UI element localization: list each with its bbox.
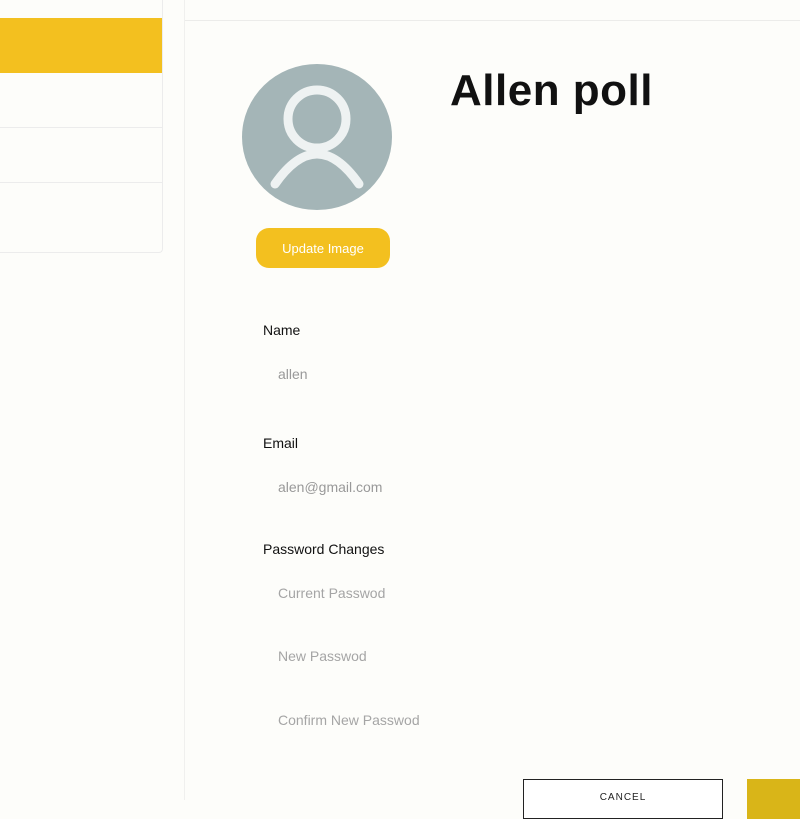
- password-changes-label: Password Changes: [263, 541, 385, 557]
- sidebar-item[interactable]: [0, 182, 162, 252]
- sidebar-item[interactable]: [0, 73, 162, 128]
- sidebar: [0, 0, 163, 253]
- update-image-button[interactable]: Update Image: [256, 228, 390, 268]
- new-password-field[interactable]: [268, 643, 698, 669]
- name-label: Name: [263, 322, 301, 338]
- panel-title: [201, 0, 351, 2]
- sidebar-item[interactable]: [0, 127, 162, 183]
- profile-name: Allen poll: [450, 66, 653, 115]
- user-icon: [270, 85, 364, 189]
- confirm-password-field[interactable]: [268, 707, 698, 733]
- sidebar-item-active[interactable]: [0, 18, 162, 73]
- save-button[interactable]: [747, 779, 800, 819]
- current-password-field[interactable]: [268, 580, 698, 606]
- panel-header: [185, 0, 800, 21]
- email-field[interactable]: [268, 474, 698, 500]
- cancel-button[interactable]: CANCEL: [523, 779, 723, 819]
- avatar: [242, 64, 392, 210]
- name-field[interactable]: [268, 361, 698, 387]
- email-label: Email: [263, 435, 299, 451]
